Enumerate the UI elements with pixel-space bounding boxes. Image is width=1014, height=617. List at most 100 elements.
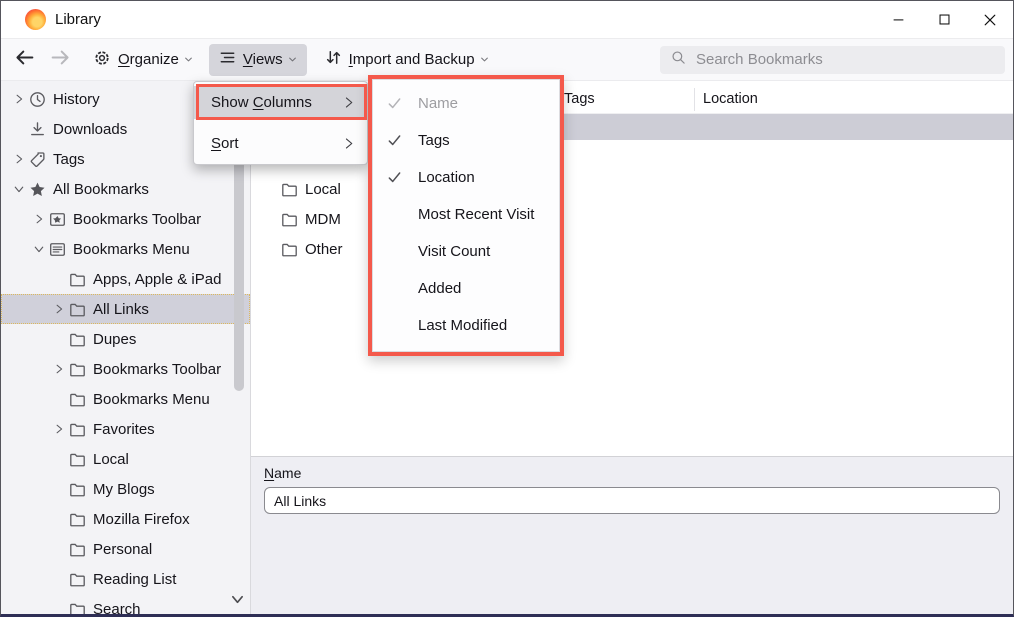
- chevron-down-icon[interactable]: [29, 243, 49, 255]
- sidebar-item-label: Personal: [93, 541, 152, 558]
- sidebar-item-bookmarks-menu[interactable]: Bookmarks Menu: [1, 234, 250, 264]
- sidebar-item-all-links[interactable]: All Links: [1, 294, 250, 324]
- submenu-item-last-modified[interactable]: Last Modified: [373, 307, 559, 344]
- chevron-down-icon: [480, 55, 489, 64]
- sidebar-item-label: History: [53, 91, 100, 108]
- menubox-icon: [49, 241, 73, 258]
- content-folder-other[interactable]: Other: [281, 234, 343, 264]
- sidebar-item-my-blogs[interactable]: My Blogs: [1, 474, 250, 504]
- search-box[interactable]: [660, 46, 1005, 74]
- views-button[interactable]: Views: [209, 44, 307, 76]
- submenu-item-label: Visit Count: [418, 243, 490, 260]
- chevron-right-icon[interactable]: [49, 363, 69, 375]
- checkmark-icon: [387, 170, 415, 185]
- folder-icon: [69, 361, 93, 378]
- sidebar-item-local[interactable]: Local: [1, 444, 250, 474]
- chevron-right-icon[interactable]: [9, 153, 29, 165]
- details-panel: Name: [251, 456, 1013, 616]
- sidebar-item-mozilla-firefox[interactable]: Mozilla Firefox: [1, 504, 250, 534]
- name-field-label: Name: [264, 465, 1000, 481]
- download-icon: [29, 121, 53, 138]
- back-arrow-icon: [14, 47, 35, 73]
- chevron-right-icon[interactable]: [9, 93, 29, 105]
- folder-icon: [69, 391, 93, 408]
- submenu-item-location[interactable]: Location: [373, 159, 559, 196]
- starbox-icon: [49, 211, 73, 228]
- submenu-arrow-icon: [342, 137, 355, 150]
- content-folder-local[interactable]: Local: [281, 174, 341, 204]
- sidebar-item-apps-apple-ipad[interactable]: Apps, Apple & iPad: [1, 264, 250, 294]
- show-columns-submenu: Name Tags LocationMost Recent Visit Visit C…: [372, 79, 560, 352]
- folder-icon: [69, 421, 93, 438]
- sidebar-item-label: Tags: [53, 151, 85, 168]
- titlebar: Library: [1, 1, 1013, 39]
- sidebar-item-bookmarks-toolbar[interactable]: Bookmarks Toolbar: [1, 204, 250, 234]
- folder-icon: [69, 331, 93, 348]
- sidebar-item-reading-list[interactable]: Reading List: [1, 564, 250, 594]
- folder-icon: [281, 241, 298, 258]
- content-folder-label: MDM: [305, 211, 341, 228]
- close-button[interactable]: [967, 1, 1013, 38]
- star-icon: [29, 181, 53, 198]
- chevron-right-icon[interactable]: [49, 423, 69, 435]
- import-and-backup-label: Import and Backup: [349, 51, 475, 68]
- forward-button[interactable]: [45, 45, 75, 75]
- import-export-arrows-icon: [325, 49, 342, 70]
- sidebar-item-personal[interactable]: Personal: [1, 534, 250, 564]
- sidebar-item-label: Dupes: [93, 331, 136, 348]
- show-columns-submenu-annotation: Name Tags LocationMost Recent Visit Visit C…: [368, 75, 564, 356]
- submenu-item-most-recent-visit[interactable]: Most Recent Visit: [373, 196, 559, 233]
- column-header-tags[interactable]: Tags: [564, 91, 595, 107]
- chevron-right-icon[interactable]: [49, 303, 69, 315]
- scroll-down-indicator[interactable]: [230, 592, 245, 612]
- firefox-logo-icon: [25, 9, 46, 30]
- sidebar-item-label: Bookmarks Toolbar: [73, 211, 201, 228]
- gear-icon: [93, 49, 111, 71]
- sidebar-item-bookmarks-menu[interactable]: Bookmarks Menu: [1, 384, 250, 414]
- sidebar-item-all-bookmarks[interactable]: All Bookmarks: [1, 174, 250, 204]
- submenu-item-visit-count[interactable]: Visit Count: [373, 233, 559, 270]
- folder-icon: [69, 601, 93, 617]
- submenu-item-label: Last Modified: [418, 317, 507, 334]
- submenu-item-name[interactable]: Name: [373, 85, 559, 122]
- sidebar-item-label: All Bookmarks: [53, 181, 149, 198]
- submenu-item-label: Tags: [418, 132, 450, 149]
- submenu-item-added[interactable]: Added: [373, 270, 559, 307]
- maximize-button[interactable]: [921, 1, 967, 38]
- import-and-backup-button[interactable]: Import and Backup: [315, 44, 499, 76]
- sidebar-item-search[interactable]: Search: [1, 594, 250, 616]
- search-input[interactable]: [694, 50, 994, 69]
- content-folder-mdm[interactable]: MDM: [281, 204, 341, 234]
- sidebar-item-label: Reading List: [93, 571, 176, 588]
- menu-item-label: Sort: [211, 135, 342, 152]
- submenu-item-label: Added: [418, 280, 461, 297]
- sidebar-item-label: Search: [93, 601, 141, 617]
- sidebar-item-dupes[interactable]: Dupes: [1, 324, 250, 354]
- name-field-input[interactable]: [264, 487, 1000, 514]
- back-button[interactable]: [9, 45, 39, 75]
- folder-icon: [69, 481, 93, 498]
- column-header-location[interactable]: Location: [703, 91, 758, 107]
- sidebar-item-bookmarks-toolbar[interactable]: Bookmarks Toolbar: [1, 354, 250, 384]
- search-icon: [671, 50, 686, 70]
- sidebar-item-favorites[interactable]: Favorites: [1, 414, 250, 444]
- minimize-button[interactable]: [875, 1, 921, 38]
- content-folder-label: Local: [305, 181, 341, 198]
- sidebar-item-label: Bookmarks Menu: [93, 391, 210, 408]
- submenu-item-label: Name: [418, 95, 458, 112]
- sidebar-scrollbar-thumb[interactable]: [234, 156, 244, 391]
- organize-button[interactable]: Organize: [83, 44, 203, 76]
- menu-item-show-columns[interactable]: Show Columns: [194, 86, 367, 119]
- sidebar-item-label: Favorites: [93, 421, 155, 438]
- menu-item-sort[interactable]: Sort: [194, 127, 367, 160]
- library-window: Library Organize Views: [0, 0, 1014, 617]
- chevron-down-icon[interactable]: [9, 183, 29, 195]
- close-icon: [983, 13, 997, 27]
- forward-arrow-icon: [50, 47, 71, 73]
- submenu-item-tags[interactable]: Tags: [373, 122, 559, 159]
- views-dropdown-menu: Show Columns Sort: [193, 81, 368, 165]
- folder-icon: [69, 451, 93, 468]
- chevron-right-icon[interactable]: [29, 213, 49, 225]
- sidebar-item-label: All Links: [93, 301, 149, 318]
- column-divider[interactable]: [694, 88, 695, 111]
